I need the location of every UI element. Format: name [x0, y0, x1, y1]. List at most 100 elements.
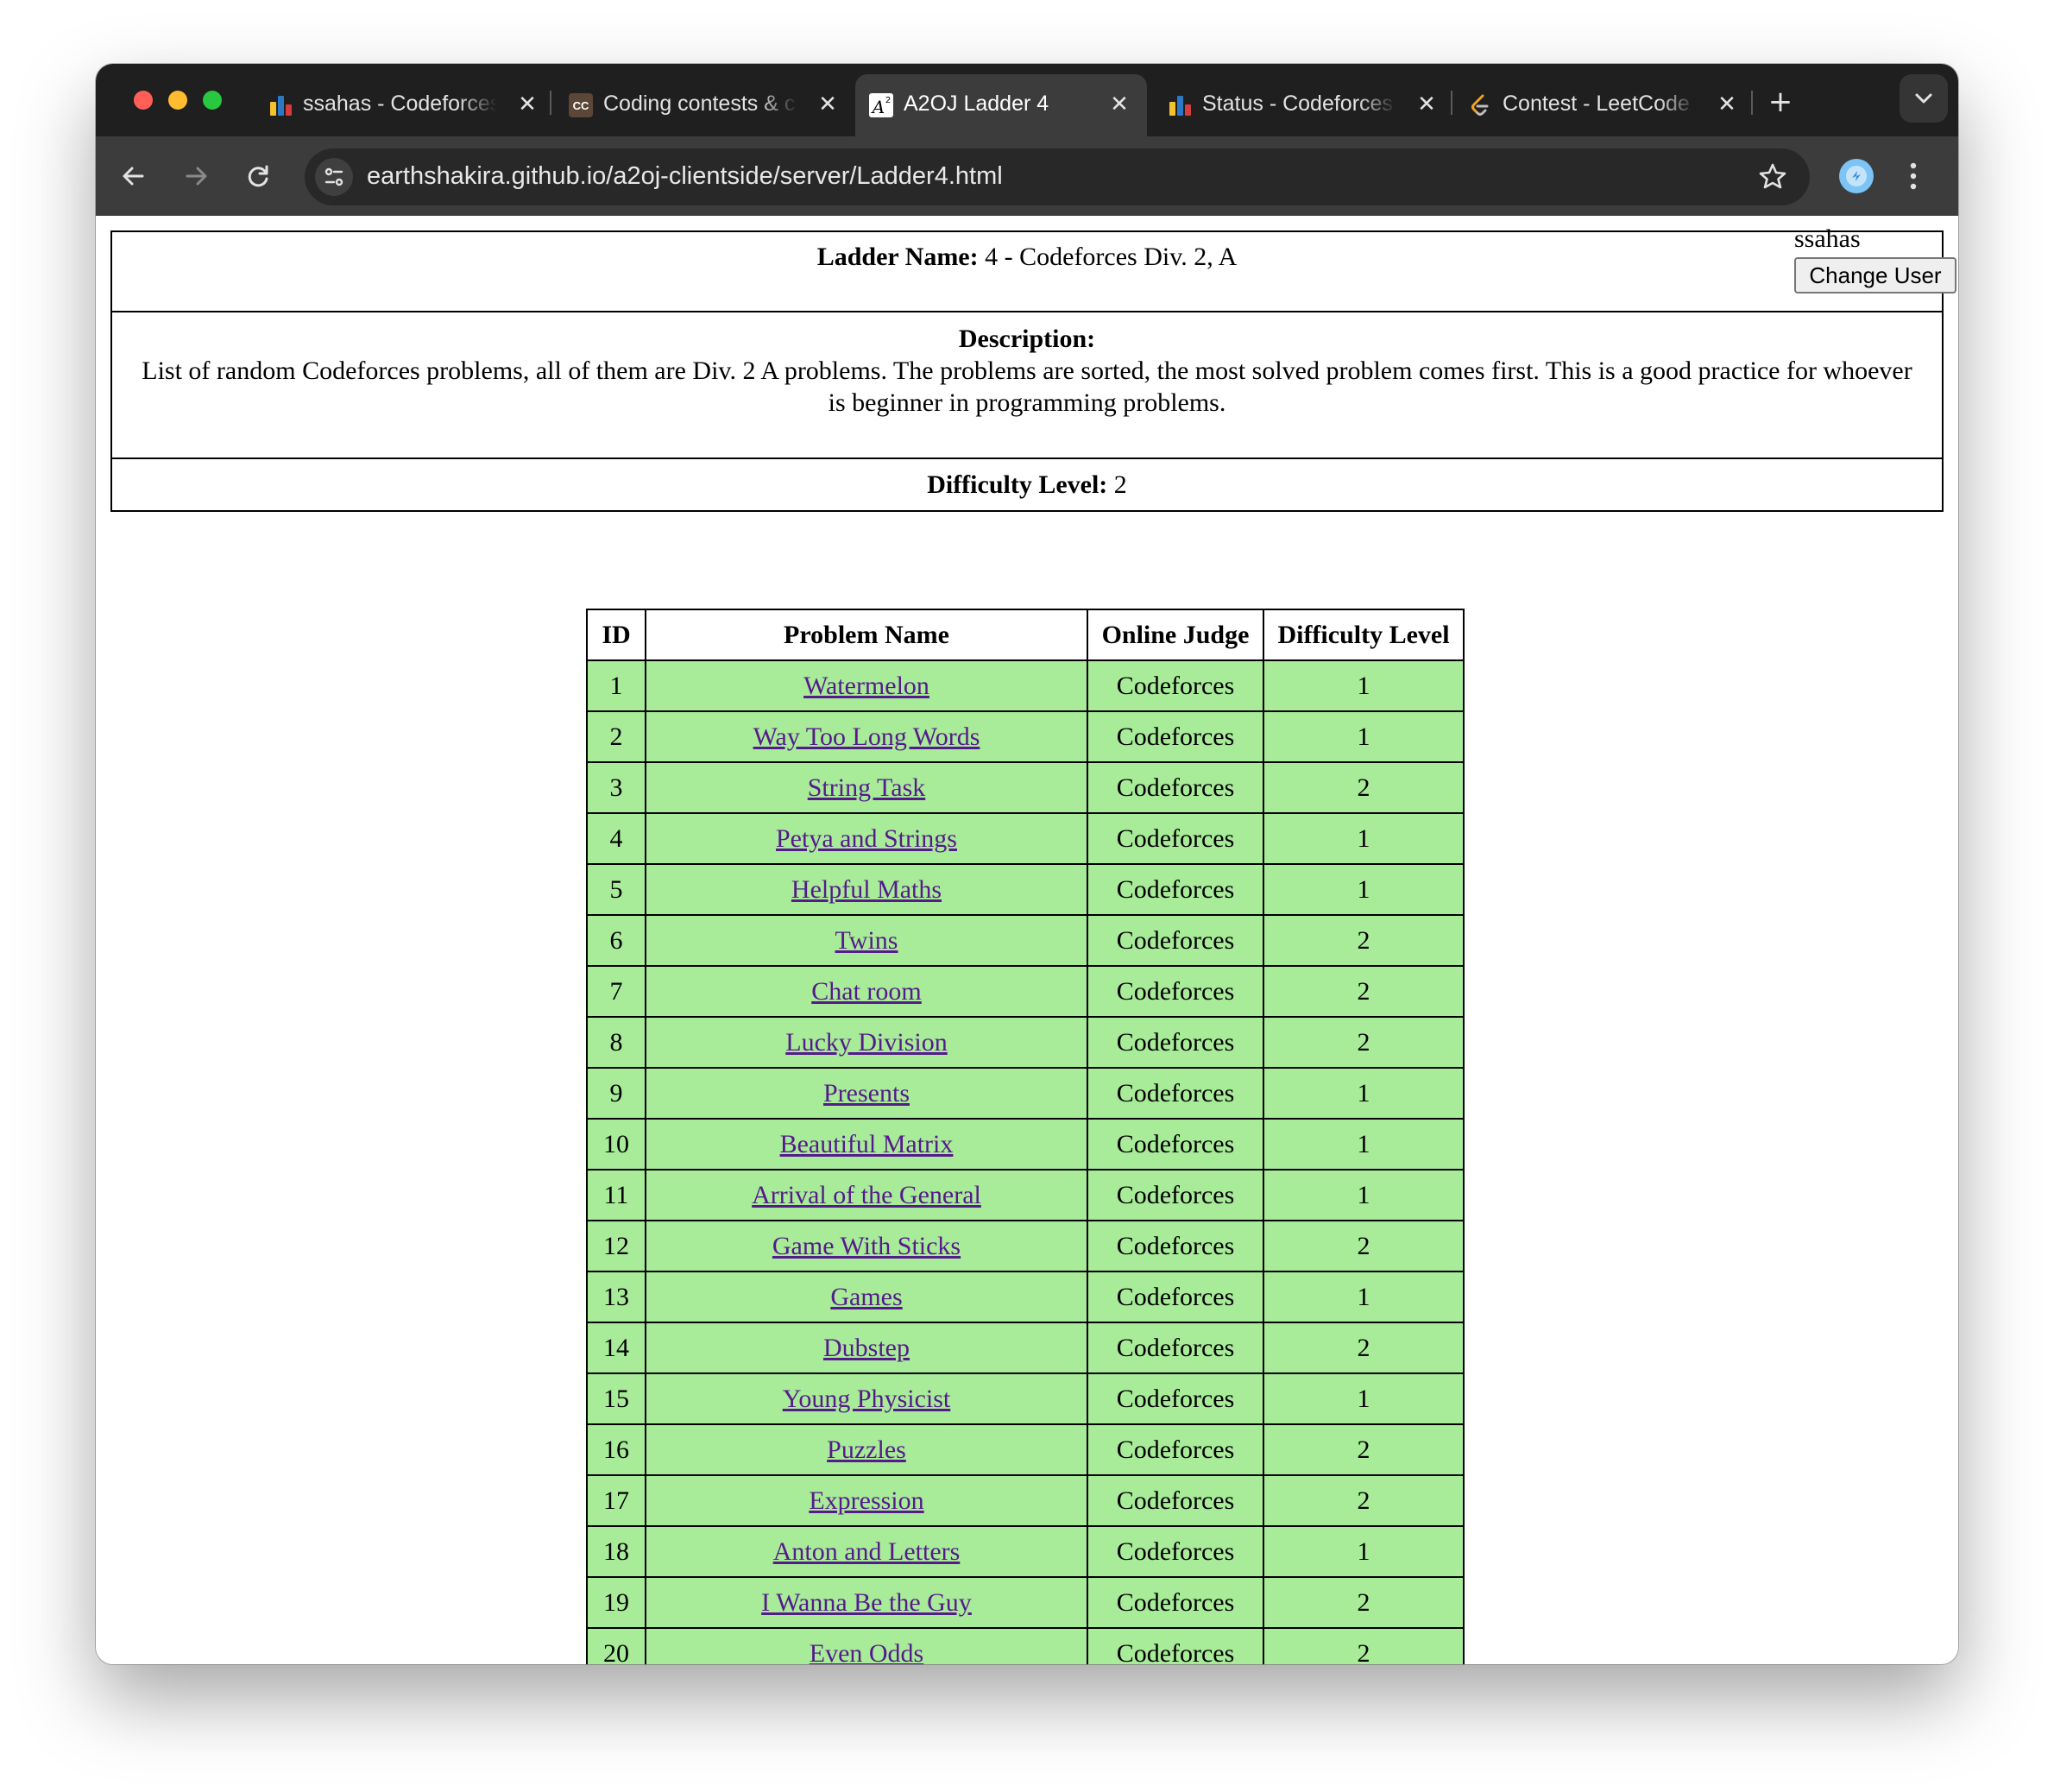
online-judge-cell: Codeforces — [1087, 1271, 1264, 1323]
problem-name-cell: Helpful Maths — [645, 863, 1088, 916]
extension-button[interactable] — [1839, 159, 1874, 193]
problem-name-cell: Lucky Division — [645, 1016, 1088, 1069]
difficulty-cell: 1 — [1263, 1271, 1465, 1323]
tab-codeforces-profile[interactable]: ssahas - Codeforces ✕ — [255, 74, 555, 136]
difficulty-cell: 1 — [1263, 863, 1465, 916]
close-icon[interactable]: ✕ — [1106, 90, 1133, 117]
problem-name-cell: Twins — [645, 914, 1088, 967]
table-row: 3 String Task Codeforces 2 — [586, 761, 1465, 814]
table-row: 17 Expression Codeforces 2 — [586, 1474, 1465, 1527]
codeforces-icon — [270, 96, 292, 116]
table-row: 8 Lucky Division Codeforces 2 — [586, 1016, 1465, 1069]
problem-id-cell: 14 — [586, 1322, 646, 1374]
problem-id-cell: 16 — [586, 1423, 646, 1476]
problem-link[interactable]: Even Odds — [810, 1639, 923, 1665]
problem-name-cell: String Task — [645, 761, 1088, 814]
change-user-button[interactable]: Change User — [1794, 257, 1956, 293]
close-icon[interactable]: ✕ — [1713, 90, 1741, 117]
problem-id-cell: 1 — [586, 659, 646, 712]
extension-icon — [1846, 166, 1867, 186]
minimize-window-button[interactable] — [168, 91, 187, 110]
online-judge-cell: Codeforces — [1087, 1067, 1264, 1120]
online-judge-cell: Codeforces — [1087, 1016, 1264, 1069]
svg-text:A: A — [871, 97, 885, 117]
forward-button[interactable] — [175, 155, 217, 197]
online-judge-cell: Codeforces — [1087, 1322, 1264, 1374]
problem-link[interactable]: Game With Sticks — [772, 1232, 961, 1260]
close-window-button[interactable] — [134, 91, 153, 110]
problem-id-cell: 8 — [586, 1016, 646, 1069]
problem-link[interactable]: Beautiful Matrix — [780, 1130, 954, 1158]
problem-name-cell: Dubstep — [645, 1322, 1088, 1374]
problem-link[interactable]: Young Physicist — [783, 1385, 951, 1413]
problem-id-cell: 18 — [586, 1525, 646, 1578]
table-row: 18 Anton and Letters Codeforces 1 — [586, 1525, 1465, 1578]
difficulty-cell: 1 — [1263, 710, 1465, 763]
difficulty-cell: 1 — [1263, 812, 1465, 865]
table-row: 13 Games Codeforces 1 — [586, 1271, 1465, 1323]
problem-link[interactable]: Helpful Maths — [791, 875, 942, 904]
bookmark-button[interactable] — [1755, 159, 1791, 195]
site-info-button[interactable] — [315, 158, 353, 196]
tab-a2oj-ladder[interactable]: A 2 A2OJ Ladder 4 ✕ — [855, 74, 1147, 136]
problem-link[interactable]: Anton and Letters — [773, 1537, 961, 1566]
difficulty-cell: 2 — [1263, 1423, 1465, 1476]
browser-menu-button[interactable] — [1905, 157, 1922, 195]
difficulty-cell: 1 — [1263, 1067, 1465, 1120]
problem-link[interactable]: Presents — [823, 1079, 910, 1107]
close-icon[interactable]: ✕ — [514, 90, 541, 117]
online-judge-cell: Codeforces — [1087, 1525, 1264, 1578]
tab-title: Contest - LeetCode — [1503, 91, 1690, 116]
table-row: 5 Helpful Maths Codeforces 1 — [586, 863, 1465, 916]
address-bar[interactable]: earthshakira.github.io/a2oj-clientside/s… — [305, 148, 1810, 205]
problem-name-cell: Anton and Letters — [645, 1525, 1088, 1578]
url-text[interactable]: earthshakira.github.io/a2oj-clientside/s… — [367, 162, 1003, 191]
tab-title: Coding contests & challenges — [603, 91, 797, 116]
problem-link[interactable]: Arrival of the General — [752, 1181, 981, 1209]
problem-id-cell: 2 — [586, 710, 646, 763]
difficulty-cell: 2 — [1263, 1627, 1465, 1664]
description-label: Description: — [958, 325, 1096, 353]
tab-title: ssahas - Codeforces — [303, 91, 497, 116]
table-row: 19 I Wanna Be the Guy Codeforces 2 — [586, 1576, 1465, 1629]
problem-name-cell: Game With Sticks — [645, 1220, 1088, 1272]
tab-codeforces-status[interactable]: Status - Codeforces ✕ — [1154, 74, 1454, 136]
online-judge-cell: Codeforces — [1087, 1576, 1264, 1629]
problem-id-cell: 19 — [586, 1576, 646, 1629]
tab-strip: ssahas - Codeforces ✕ CC Coding contests… — [96, 64, 1958, 136]
problem-link[interactable]: Lucky Division — [785, 1028, 948, 1057]
svg-text:2: 2 — [885, 96, 891, 105]
tab-codechef-contests[interactable]: CC Coding contests & challenges ✕ — [555, 74, 855, 136]
problems-table: ID Problem Name Online Judge Difficulty … — [586, 609, 1465, 1664]
problem-link[interactable]: Dubstep — [823, 1334, 910, 1362]
new-tab-button[interactable]: + — [1763, 85, 1798, 119]
table-row: 2 Way Too Long Words Codeforces 1 — [586, 710, 1465, 763]
maximize-window-button[interactable] — [203, 91, 222, 110]
problems-table-body: 1 Watermelon Codeforces 1 2 Way Too Long Word… — [586, 659, 1465, 1665]
current-username: ssahas — [1794, 224, 1861, 253]
problem-link[interactable]: Petya and Strings — [776, 824, 957, 853]
problem-link[interactable]: Games — [830, 1283, 902, 1311]
tab-leetcode-contest[interactable]: Contest - LeetCode ✕ — [1454, 74, 1755, 136]
problem-link[interactable]: Twins — [835, 926, 898, 955]
problem-name-cell: Arrival of the General — [645, 1169, 1088, 1221]
problem-id-cell: 7 — [586, 965, 646, 1018]
difficulty-cell: 1 — [1263, 1372, 1465, 1425]
back-button[interactable] — [113, 155, 154, 197]
problem-link[interactable]: Watermelon — [803, 672, 929, 700]
problem-link[interactable]: Expression — [809, 1486, 923, 1515]
problem-link[interactable]: Chat room — [811, 977, 922, 1006]
close-icon[interactable]: ✕ — [814, 90, 841, 117]
problem-link[interactable]: Way Too Long Words — [753, 722, 980, 751]
tab-search-button[interactable] — [1900, 74, 1948, 123]
problem-link[interactable]: String Task — [808, 773, 926, 802]
close-icon[interactable]: ✕ — [1413, 90, 1440, 117]
ladder-name-value: 4 - Codeforces Div. 2, A — [985, 243, 1238, 271]
online-judge-cell: Codeforces — [1087, 1220, 1264, 1272]
difficulty-cell: 2 — [1263, 1322, 1465, 1374]
problem-name-cell: Expression — [645, 1474, 1088, 1527]
tab-title: A2OJ Ladder 4 — [904, 91, 1049, 116]
problem-link[interactable]: Puzzles — [827, 1435, 906, 1464]
reload-button[interactable] — [237, 155, 279, 197]
problem-link[interactable]: I Wanna Be the Guy — [761, 1588, 972, 1617]
